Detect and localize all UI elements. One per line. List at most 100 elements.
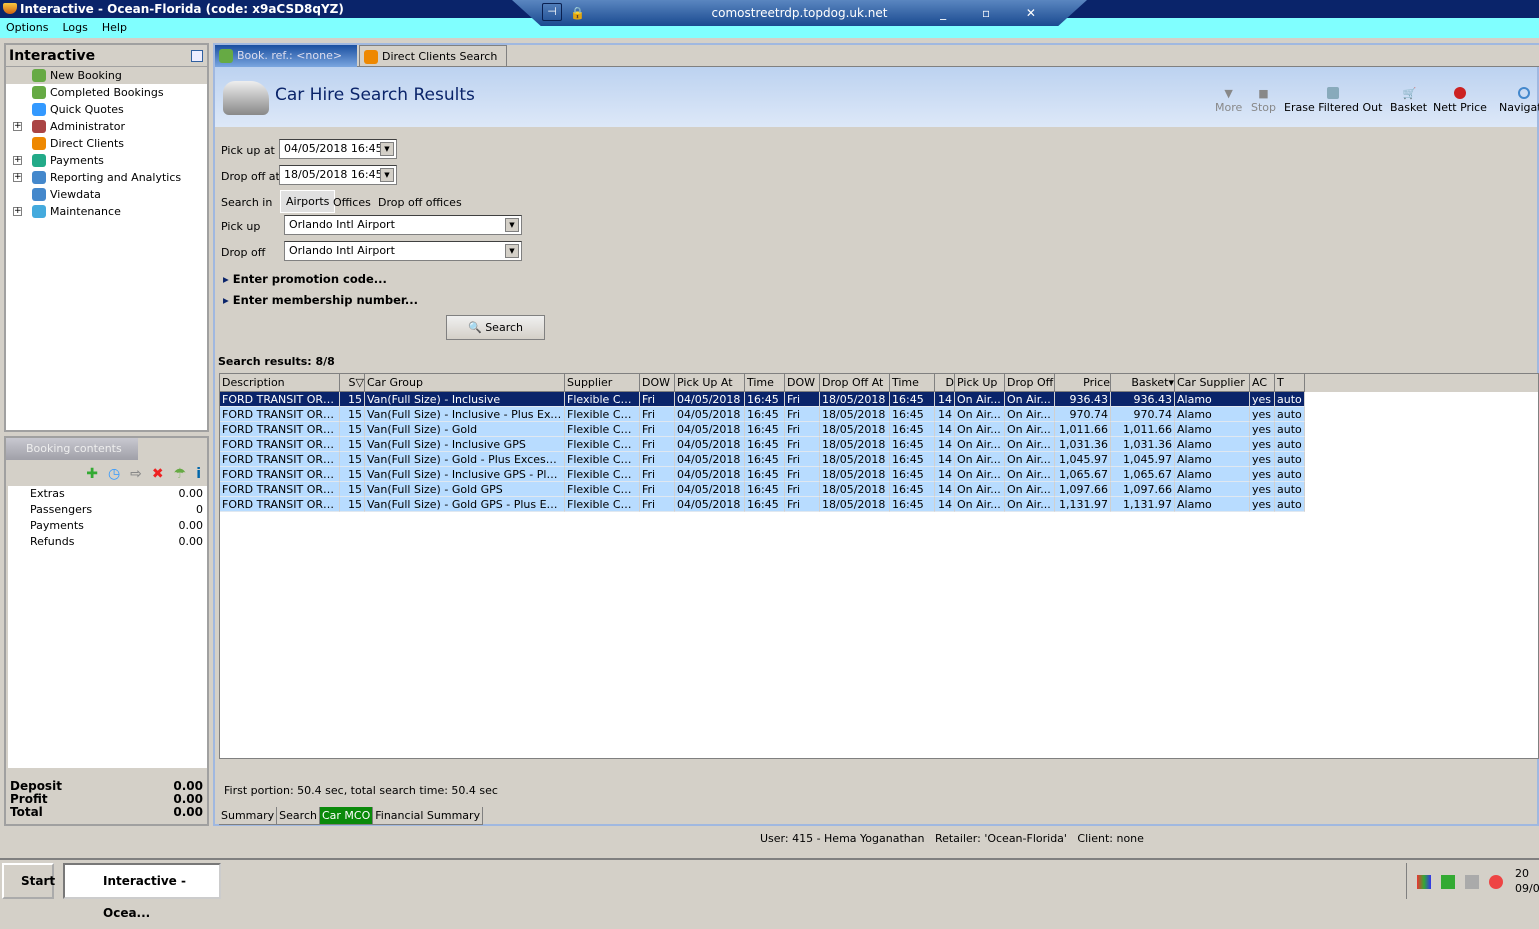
- start-button[interactable]: Start: [2, 863, 55, 899]
- nav-item-direct-clients[interactable]: Direct Clients: [6, 135, 207, 152]
- volume-muted-icon[interactable]: [1489, 875, 1503, 889]
- column-header[interactable]: Price: [1055, 374, 1111, 392]
- info-icon[interactable]: i: [196, 466, 201, 482]
- booking-contents-tab[interactable]: Booking contents ✕: [6, 438, 138, 477]
- nav-item-maintenance[interactable]: + Maintenance: [6, 203, 207, 220]
- bottom-tab-search[interactable]: Search: [277, 807, 320, 825]
- rdp-window-controls[interactable]: _ ▫ ✕: [940, 0, 1052, 26]
- booking-row-label: Payments: [30, 519, 84, 532]
- bottom-tab-financial-summary[interactable]: Financial Summary: [373, 807, 484, 825]
- stop-button[interactable]: ■ Stop: [1251, 87, 1276, 114]
- booking-row: Extras 0.00: [8, 486, 207, 502]
- column-header[interactable]: S▽: [340, 374, 365, 392]
- expand-icon[interactable]: +: [13, 122, 22, 131]
- network-icon[interactable]: [1465, 875, 1479, 889]
- more-button[interactable]: ▼ More: [1215, 87, 1242, 114]
- tab-booking[interactable]: Book. ref.: <none> ✕: [215, 45, 357, 84]
- status-bar: User: 415 - Hema Yoganathan Retailer: 'O…: [760, 832, 1144, 845]
- column-header[interactable]: DOW: [640, 374, 675, 392]
- bottom-tabs: Summary Search Car MCO Financial Summary: [219, 807, 484, 825]
- table-cell: FORD TRANSIT OR S...: [220, 437, 340, 452]
- delete-icon[interactable]: ✖: [152, 466, 164, 482]
- table-cell: 18/05/2018: [820, 392, 890, 407]
- nett-price-button[interactable]: Nett Price: [1433, 87, 1487, 114]
- add-icon[interactable]: ✚: [86, 466, 98, 482]
- search-button[interactable]: 🔍 Search: [446, 315, 545, 340]
- column-header[interactable]: DOW: [785, 374, 820, 392]
- column-header[interactable]: Drop Off At: [820, 374, 890, 392]
- navigate-button[interactable]: Navigate: [1499, 87, 1539, 114]
- table-cell: On Air...: [1005, 482, 1055, 497]
- table-cell: yes: [1250, 422, 1275, 437]
- search-in-airports[interactable]: Airports: [280, 190, 336, 213]
- column-header[interactable]: Time: [890, 374, 935, 392]
- column-header[interactable]: Time: [745, 374, 785, 392]
- table-row[interactable]: FORD TRANSIT OR S... 15 Van(Full Size) - I…: [220, 437, 1538, 452]
- search-in-offices[interactable]: Offices: [333, 196, 371, 209]
- grid-header: Description S▽ Car Group Supplier DOW Pick Up…: [220, 374, 1538, 392]
- table-cell: 1,011.66: [1111, 422, 1175, 437]
- search-in-dropoff-offices[interactable]: Drop off offices: [378, 196, 462, 209]
- table-cell: 15: [340, 452, 365, 467]
- collapse-icon[interactable]: [191, 50, 203, 62]
- table-row[interactable]: FORD TRANSIT OR S... 15 Van(Full Size) - G…: [220, 422, 1538, 437]
- column-header[interactable]: Basket▾: [1111, 374, 1175, 392]
- column-header[interactable]: Pick Up: [955, 374, 1005, 392]
- table-cell: FORD TRANSIT OR S...: [220, 422, 340, 437]
- basket-button[interactable]: 🛒 Basket: [1390, 87, 1427, 114]
- table-cell: Fri: [785, 467, 820, 482]
- table-cell: Alamo: [1175, 497, 1250, 512]
- antivirus-icon[interactable]: [1417, 875, 1431, 889]
- table-cell: auto: [1275, 497, 1305, 512]
- table-cell: auto: [1275, 422, 1305, 437]
- membership-number-expander[interactable]: Enter membership number...: [223, 293, 418, 307]
- lock-icon[interactable]: 🔒: [570, 0, 585, 26]
- bottom-tab-summary[interactable]: Summary: [219, 807, 278, 825]
- menu-help[interactable]: Help: [102, 21, 127, 34]
- table-row[interactable]: FORD TRANSIT OR S... 15 Van(Full Size) - G…: [220, 497, 1538, 512]
- nav-item-completed-bookings[interactable]: Completed Bookings: [6, 84, 207, 101]
- expand-icon[interactable]: +: [13, 173, 22, 182]
- column-header[interactable]: Supplier: [565, 374, 640, 392]
- menu-logs[interactable]: Logs: [62, 21, 87, 34]
- column-header[interactable]: T: [1275, 374, 1305, 392]
- table-cell: Fri: [785, 392, 820, 407]
- pickup-location-select[interactable]: Orlando Intl Airport ▼: [284, 215, 522, 235]
- table-row[interactable]: FORD TRANSIT OR S... 15 Van(Full Size) - I…: [220, 407, 1538, 422]
- network-card-icon[interactable]: [1441, 875, 1455, 889]
- dropoff-datetime-picker[interactable]: 18/05/2018 16:45 ▼: [279, 165, 397, 185]
- basket-transfer-icon[interactable]: ⇨: [130, 466, 142, 482]
- palm-icon[interactable]: ☂: [174, 466, 187, 482]
- table-row[interactable]: FORD TRANSIT OR S... 15 Van(Full Size) - G…: [220, 452, 1538, 467]
- table-row[interactable]: FORD TRANSIT OR S... 15 Van(Full Size) - I…: [220, 467, 1538, 482]
- menu-options[interactable]: Options: [6, 21, 48, 34]
- table-row[interactable]: FORD TRANSIT OR S... 15 Van(Full Size) - I…: [220, 392, 1538, 407]
- column-header[interactable]: D: [935, 374, 955, 392]
- column-header[interactable]: AC: [1250, 374, 1275, 392]
- pickup-datetime-picker[interactable]: 04/05/2018 16:45 ▼: [279, 139, 397, 159]
- promotion-code-expander[interactable]: Enter promotion code...: [223, 272, 387, 286]
- taskbar-item-interactive[interactable]: Interactive - Ocea...: [63, 863, 221, 920]
- nav-item-icon: [32, 205, 46, 218]
- column-header[interactable]: Description: [220, 374, 340, 392]
- expand-icon[interactable]: +: [13, 207, 22, 216]
- column-header[interactable]: Car Group: [365, 374, 565, 392]
- pin-icon[interactable]: ⊣: [542, 3, 562, 21]
- dropoff-location-select[interactable]: Orlando Intl Airport ▼: [284, 241, 522, 261]
- bottom-tab-car-mco[interactable]: Car MCO: [319, 807, 374, 825]
- nav-item-new-booking[interactable]: New Booking: [6, 67, 207, 84]
- expand-icon[interactable]: +: [13, 156, 22, 165]
- nav-item-administrator[interactable]: + Administrator: [6, 118, 207, 135]
- table-row[interactable]: FORD TRANSIT OR S... 15 Van(Full Size) - G…: [220, 482, 1538, 497]
- nav-item-reporting-and-analytics[interactable]: + Reporting and Analytics: [6, 169, 207, 186]
- nav-item-payments[interactable]: + Payments: [6, 152, 207, 169]
- column-header[interactable]: Car Supplier: [1175, 374, 1250, 392]
- column-header[interactable]: Pick Up At: [675, 374, 745, 392]
- tab-direct-clients-search[interactable]: Direct Clients Search: [359, 45, 507, 67]
- refresh-icon[interactable]: ◷: [108, 466, 120, 482]
- erase-filtered-out-button[interactable]: Erase Filtered Out: [1284, 87, 1382, 114]
- nav-item-quick-quotes[interactable]: Quick Quotes: [6, 101, 207, 118]
- nav-item-viewdata[interactable]: Viewdata: [6, 186, 207, 203]
- booking-contents-panel: Booking contents ✕ ✚◷⇨✖☂i Extras0.00Pass…: [4, 436, 209, 826]
- column-header[interactable]: Drop Off: [1005, 374, 1055, 392]
